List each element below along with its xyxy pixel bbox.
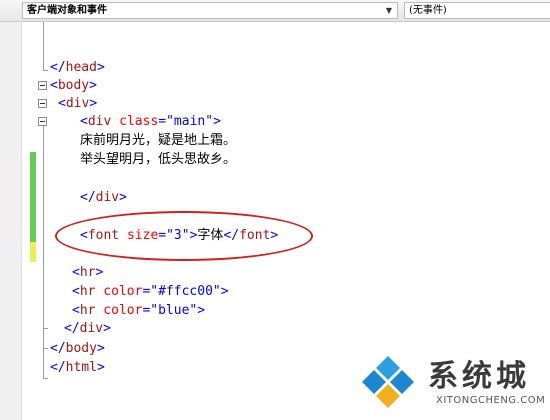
unsaved-changes-indicator bbox=[30, 242, 36, 262]
attribute-value: "main" bbox=[166, 114, 214, 129]
tag-name: div bbox=[95, 190, 120, 205]
bracket: < bbox=[58, 96, 66, 111]
bracket: > bbox=[89, 96, 98, 111]
bracket: > bbox=[220, 284, 229, 299]
code-line-body-close[interactable]: </body> bbox=[50, 340, 105, 358]
outline-guide-end bbox=[43, 378, 48, 379]
attribute-name: color bbox=[95, 284, 143, 299]
collapse-body-icon[interactable] bbox=[38, 81, 47, 90]
watermark-logo-icon bbox=[362, 356, 414, 408]
tag-name: body bbox=[65, 341, 97, 356]
watermark-name: 系统城 bbox=[428, 359, 530, 394]
code-line-div-close[interactable]: </div> bbox=[80, 189, 127, 207]
code-line-body-open[interactable]: <body> bbox=[50, 77, 97, 95]
bracket: > bbox=[213, 114, 221, 129]
bracket: </ bbox=[80, 190, 96, 205]
chevron-down-icon[interactable]: ▼ bbox=[383, 3, 395, 18]
code-line-div-end[interactable]: </div> bbox=[64, 320, 111, 338]
bracket: </ bbox=[64, 321, 80, 336]
code-line-poem-2[interactable]: 举头望明月，低头思故乡。 bbox=[80, 151, 236, 169]
editor-margin bbox=[0, 22, 22, 420]
highlight-ellipse bbox=[55, 211, 313, 261]
saved-changes-indicator bbox=[30, 152, 36, 242]
outline-guide-end bbox=[43, 70, 48, 71]
bracket: </ bbox=[50, 60, 66, 75]
tag-name: html bbox=[65, 360, 97, 375]
code-line-poem-1[interactable]: 床前明月光，疑是地上霜。 bbox=[80, 132, 236, 150]
outline-guide bbox=[43, 22, 44, 70]
outline-guide-end bbox=[43, 328, 48, 329]
tag-name: hr bbox=[79, 284, 96, 299]
code-line-div-main[interactable]: <div class="main"> bbox=[80, 113, 221, 131]
bracket: < bbox=[72, 265, 80, 280]
bracket: > bbox=[95, 265, 104, 280]
text-content: 举头望明月，低头思故乡。 bbox=[80, 152, 237, 167]
code-line-hr-color-blue[interactable]: <hr color="blue"> bbox=[72, 302, 205, 320]
code-line-div-open[interactable]: <div> bbox=[58, 95, 97, 113]
tag-name: div bbox=[65, 96, 90, 111]
attribute-name: class bbox=[111, 114, 159, 129]
collapse-div-icon[interactable] bbox=[38, 99, 47, 108]
bracket: > bbox=[96, 60, 105, 75]
outline-guide bbox=[43, 126, 44, 378]
bracket: > bbox=[119, 190, 127, 205]
attribute-value: "#ffcc00" bbox=[150, 284, 221, 299]
outline-guide-end bbox=[43, 348, 48, 349]
client-objects-label: 客户端对象和事件 bbox=[27, 5, 107, 16]
bracket: > bbox=[96, 341, 105, 356]
tag-name: head bbox=[65, 60, 97, 75]
bracket: < bbox=[80, 114, 88, 129]
bracket: > bbox=[96, 360, 105, 375]
tag-name: hr bbox=[79, 265, 96, 280]
navigation-bar: 客户端对象和事件 ▼ (无事件) bbox=[0, 0, 550, 22]
equals-sign: = bbox=[158, 114, 167, 129]
client-objects-dropdown[interactable]: 客户端对象和事件 ▼ bbox=[22, 2, 398, 19]
bracket: > bbox=[197, 303, 206, 318]
code-line-hr[interactable]: <hr> bbox=[72, 264, 103, 282]
tag-name: div bbox=[87, 114, 112, 129]
bracket: </ bbox=[50, 341, 66, 356]
bracket: > bbox=[89, 78, 97, 93]
events-label: (无事件) bbox=[409, 5, 447, 16]
tag-name: body bbox=[57, 78, 90, 93]
bracket: > bbox=[103, 321, 111, 336]
text-content: 床前明月光，疑是地上霜。 bbox=[80, 133, 237, 148]
events-dropdown[interactable]: (无事件) bbox=[404, 2, 550, 19]
collapse-div-main-icon[interactable] bbox=[38, 117, 47, 126]
code-line-hr-color-ffcc00[interactable]: <hr color="#ffcc00"> bbox=[72, 283, 229, 301]
bracket: </ bbox=[50, 360, 66, 375]
code-line-html-close[interactable]: </html> bbox=[50, 359, 105, 377]
watermark-domain: XITONGCHENG.COM bbox=[436, 395, 546, 406]
attribute-value: "blue" bbox=[150, 303, 198, 318]
tag-name: div bbox=[79, 321, 104, 336]
tag-name: hr bbox=[79, 303, 96, 318]
bracket: < bbox=[50, 78, 58, 93]
bracket: < bbox=[72, 284, 80, 299]
attribute-name: color bbox=[95, 303, 143, 318]
code-line-head-close[interactable]: </head> bbox=[50, 59, 105, 77]
bracket: < bbox=[72, 303, 80, 318]
